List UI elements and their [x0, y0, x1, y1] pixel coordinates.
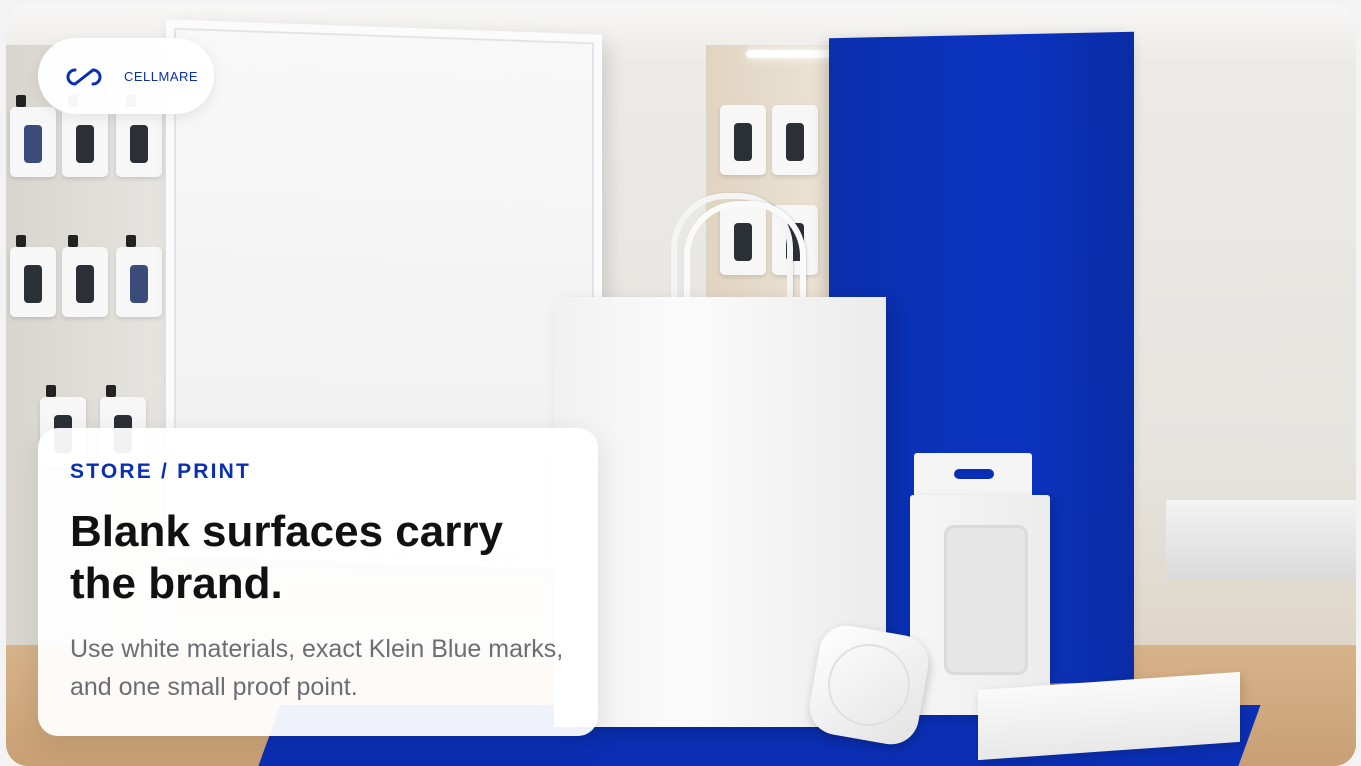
side-display-table	[1166, 500, 1356, 580]
body-copy: Use white materials, exact Klein Blue ma…	[70, 635, 564, 701]
infinity-loop-logo-icon	[66, 68, 102, 86]
eyebrow-label: STORE / PRINT	[70, 460, 252, 483]
wireless-charger	[805, 621, 933, 749]
box-hang-tab	[914, 453, 1032, 499]
product-box-window	[944, 525, 1028, 675]
brand-logo-badge: CELLMARE	[38, 38, 214, 114]
brand-wordmark: CELLMARE	[124, 69, 199, 84]
ceiling-light	[746, 50, 836, 58]
page-headline: Blank surfaces carry the brand.	[70, 507, 503, 608]
headline-card: STORE / PRINT Blank surfaces carry the b…	[38, 428, 598, 736]
